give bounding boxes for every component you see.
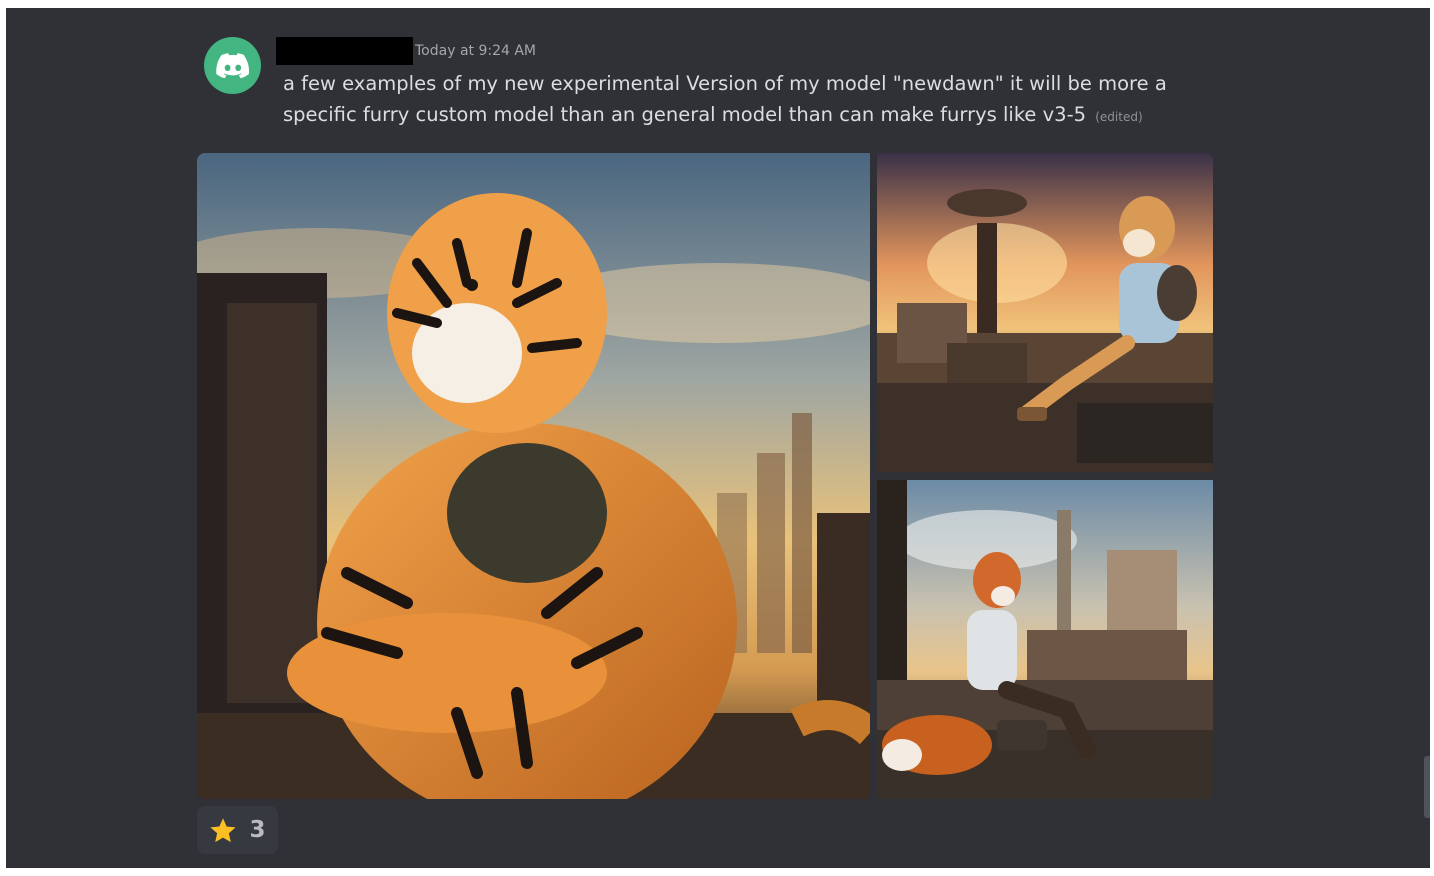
avatar[interactable]: [204, 37, 261, 94]
message-content: a few examples of my new experimental Ve…: [283, 68, 1243, 133]
reaction-count: 3: [249, 817, 266, 843]
message-text: a few examples of my new experimental Ve…: [283, 72, 1167, 126]
scrollbar[interactable]: [1424, 756, 1430, 818]
redacted-username[interactable]: [276, 37, 413, 65]
image-attachment-fox[interactable]: [877, 480, 1213, 799]
edited-label: (edited): [1095, 110, 1143, 124]
timestamp: Today at 9:24 AM: [415, 43, 537, 59]
reaction-star[interactable]: 3: [197, 806, 278, 854]
image-attachment-shiba[interactable]: [877, 153, 1213, 472]
image-attachment-tiger[interactable]: [197, 153, 870, 799]
star-icon: [210, 817, 237, 842]
discord-logo-icon: [215, 52, 249, 78]
